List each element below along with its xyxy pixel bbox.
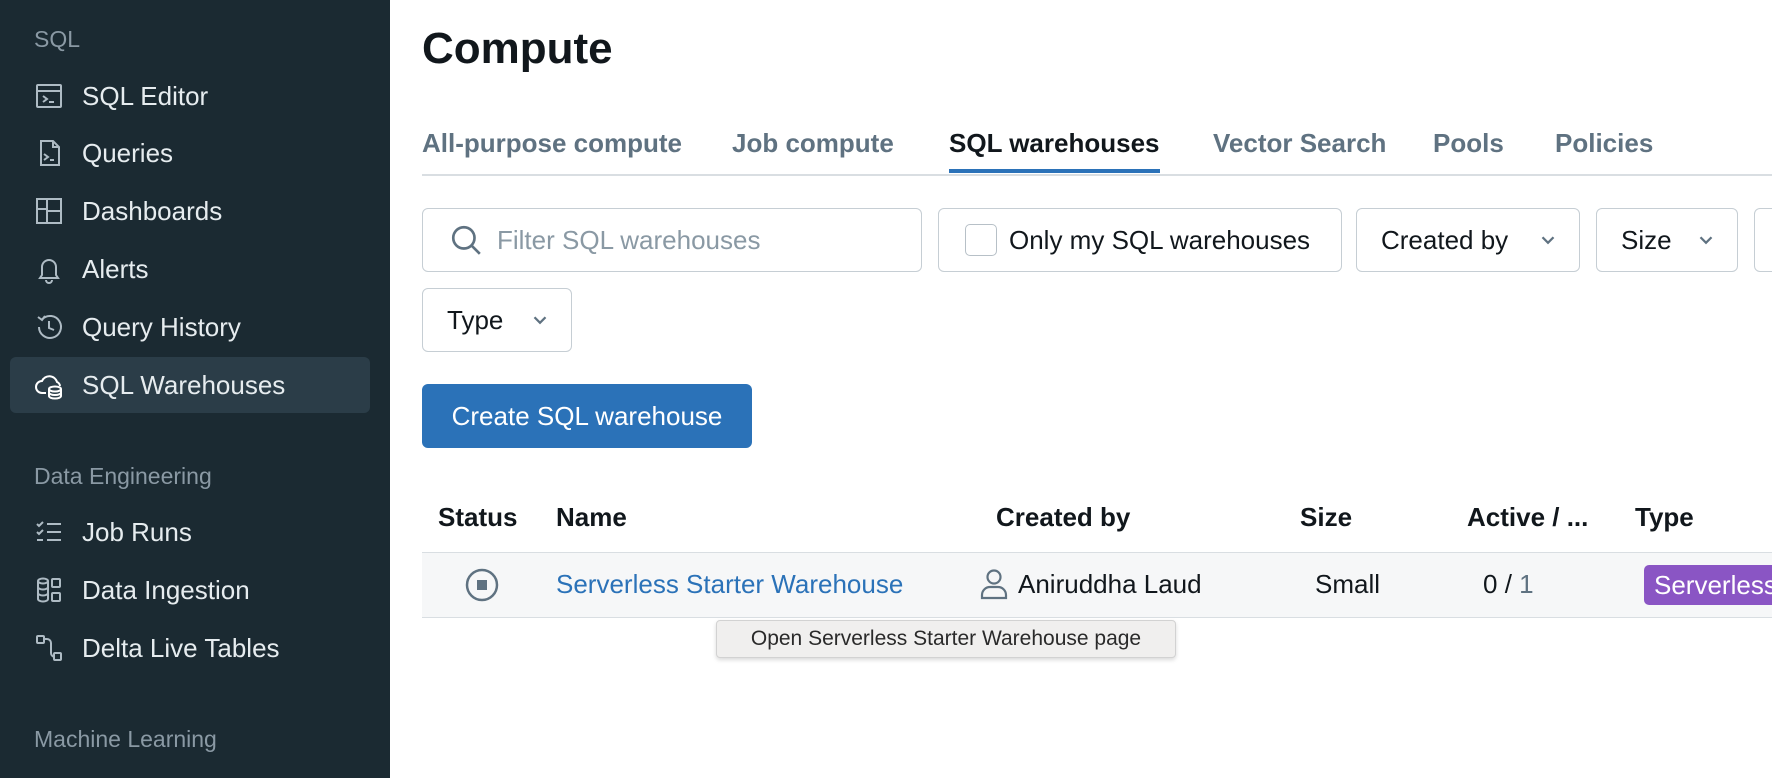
type-dropdown[interactable]: Type — [422, 288, 572, 352]
sidebar-item-label: Query History — [82, 311, 241, 342]
active-clusters-value: 0 / 1 — [1483, 569, 1534, 600]
sidebar-item-label: Dashboards — [82, 195, 223, 226]
column-header-active[interactable]: Active / ... — [1467, 502, 1588, 533]
active-separator: / — [1497, 569, 1520, 599]
tab-pools[interactable]: Pools — [1433, 128, 1504, 173]
main-content: Compute All-purpose compute Job compute … — [390, 0, 1772, 778]
column-header-status[interactable]: Status — [438, 502, 517, 533]
sidebar-section-data-engineering: Data Engineering — [34, 463, 212, 489]
dashboards-icon — [32, 194, 66, 228]
sidebar-item-delta-live-tables[interactable]: Delta Live Tables — [10, 620, 370, 676]
sidebar-item-dashboards[interactable]: Dashboards — [10, 183, 370, 239]
user-icon — [980, 569, 1008, 600]
created-by-dropdown-label: Created by — [1381, 224, 1509, 255]
more-filter-dropdown[interactable] — [1754, 208, 1772, 272]
search-input[interactable] — [497, 224, 897, 256]
type-dropdown-label: Type — [447, 304, 504, 335]
chevron-down-icon — [1699, 236, 1713, 245]
chevron-down-icon — [533, 316, 547, 325]
create-sql-warehouse-button[interactable]: Create SQL warehouse — [422, 384, 752, 448]
active-count: 0 — [1483, 569, 1498, 599]
column-header-created-by[interactable]: Created by — [996, 502, 1130, 533]
only-my-warehouses-label: Only my SQL warehouses — [1009, 224, 1311, 255]
sidebar-section-sql: SQL — [34, 26, 81, 52]
sidebar-item-label: Job Runs — [82, 516, 192, 547]
tooltip: Open Serverless Starter Warehouse page — [716, 620, 1176, 658]
cloud-database-icon — [32, 368, 66, 402]
sidebar-item-job-runs[interactable]: Job Runs — [10, 504, 370, 560]
sql-editor-icon — [32, 79, 66, 113]
sidebar-item-data-ingestion[interactable]: Data Ingestion — [10, 562, 370, 618]
sidebar-item-label: SQL Editor — [82, 80, 209, 111]
queries-icon — [32, 136, 66, 170]
compute-tabs: All-purpose compute Job compute SQL ware… — [422, 108, 1772, 176]
stopped-status-icon — [465, 568, 499, 602]
tab-policies[interactable]: Policies — [1555, 128, 1653, 173]
only-my-warehouses-filter[interactable]: Only my SQL warehouses — [938, 208, 1342, 272]
created-by-dropdown[interactable]: Created by — [1356, 208, 1580, 272]
table-row[interactable]: Serverless Starter Warehouse Aniruddha L… — [422, 552, 1772, 618]
created-by-value: Aniruddha Laud — [1018, 569, 1202, 599]
size-value: Small — [1315, 569, 1381, 599]
sidebar-item-queries[interactable]: Queries — [10, 125, 370, 181]
column-header-type[interactable]: Type — [1635, 502, 1694, 533]
page-title: Compute — [422, 24, 613, 73]
tab-job-compute[interactable]: Job compute — [732, 128, 894, 173]
size-dropdown-label: Size — [1621, 224, 1672, 255]
sidebar-item-alerts[interactable]: Alerts — [10, 241, 370, 297]
sidebar-item-label: Data Ingestion — [82, 574, 250, 605]
serverless-badge: Serverless — [1644, 565, 1772, 605]
sidebar-section-machine-learning: Machine Learning — [34, 726, 217, 752]
sidebar-item-label: Alerts — [82, 253, 149, 284]
sidebar-item-label: Queries — [82, 137, 174, 168]
checklist-icon — [32, 515, 66, 549]
tab-vector-search[interactable]: Vector Search — [1213, 128, 1386, 173]
search-field[interactable] — [422, 208, 922, 272]
column-header-name[interactable]: Name — [556, 502, 627, 533]
sidebar-item-sql-warehouses[interactable]: SQL Warehouses — [10, 357, 370, 413]
size-dropdown[interactable]: Size — [1596, 208, 1738, 272]
sidebar: SQL SQL Editor Queries Dashboards Alerts… — [0, 0, 390, 778]
data-ingestion-icon — [32, 573, 66, 607]
sidebar-item-label: Delta Live Tables — [82, 632, 280, 663]
tab-sql-warehouses[interactable]: SQL warehouses — [949, 128, 1160, 173]
warehouse-name-link[interactable]: Serverless Starter Warehouse — [556, 569, 903, 600]
only-my-warehouses-checkbox[interactable] — [965, 224, 997, 256]
pipeline-icon — [32, 631, 66, 665]
search-icon — [451, 225, 481, 255]
column-header-size[interactable]: Size — [1300, 502, 1352, 533]
history-icon — [32, 310, 66, 344]
sidebar-item-label: SQL Warehouses — [82, 369, 286, 400]
chevron-down-icon — [1541, 236, 1555, 245]
bell-icon — [32, 252, 66, 286]
sidebar-item-sql-editor[interactable]: SQL Editor — [10, 68, 370, 124]
tab-all-purpose-compute[interactable]: All-purpose compute — [422, 128, 682, 173]
sidebar-item-query-history[interactable]: Query History — [10, 299, 370, 355]
max-count: 1 — [1519, 569, 1534, 599]
